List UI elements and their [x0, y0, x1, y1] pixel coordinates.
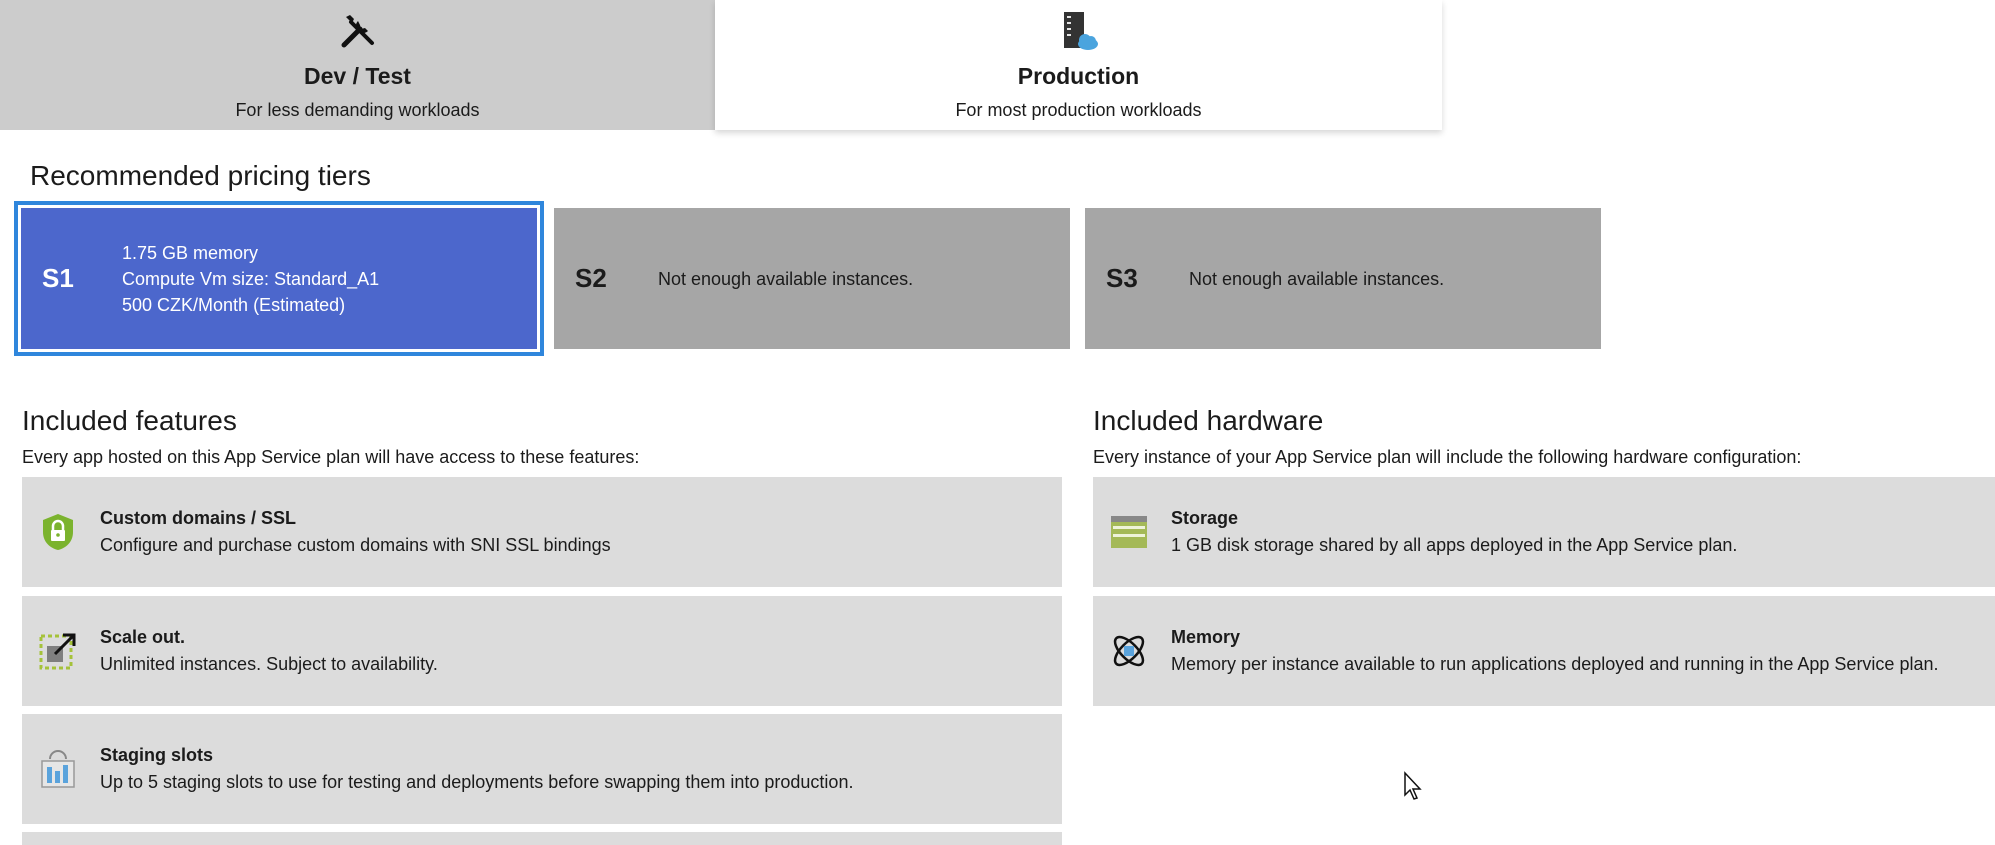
tier-name: S3: [1106, 263, 1138, 293]
tier-memory: 1.75 GB memory: [122, 242, 259, 263]
tier-name: S1: [42, 263, 74, 293]
tier-card-s2[interactable]: S2 Not enough available instances.: [554, 208, 1070, 349]
hardware-item-title: Storage: [1171, 508, 1239, 528]
features-title: Included features: [22, 405, 237, 436]
tier-name: S2: [575, 263, 607, 293]
feature-text-block: Staging slots Up to 5 staging slots to u…: [100, 745, 853, 793]
hardware-text-block: Storage 1 GB disk storage shared by all …: [1171, 508, 1737, 556]
tab-production[interactable]: Production For most production workloads: [715, 0, 1442, 130]
feature-title: Scale out.: [100, 627, 186, 647]
tab-dev-test-title: Dev / Test: [304, 63, 411, 89]
feature-card-partial: [22, 832, 1062, 845]
tab-production-title: Production: [1017, 63, 1140, 89]
feature-text-block: Custom domains / SSL Configure and purch…: [100, 508, 611, 556]
hardware-text-block: Memory Memory per instance available to …: [1171, 627, 1938, 675]
scale-out-icon: [36, 629, 80, 673]
feature-text: Unlimited instances. Subject to availabi…: [100, 654, 438, 674]
hardware-card-memory: Memory Memory per instance available to …: [1093, 596, 1995, 706]
tier-category-tabs: Dev / Test For less demanding workloads …: [0, 0, 1442, 130]
feature-text-block: Scale out. Unlimited instances. Subject …: [100, 627, 438, 675]
tier-card-s3[interactable]: S3 Not enough available instances.: [1085, 208, 1601, 349]
tier-price: 500 CZK/Month (Estimated): [122, 294, 346, 315]
tier-vm-size: Compute Vm size: Standard_A1: [122, 268, 380, 289]
tier-card-s1[interactable]: S1 1.75 GB memory Compute Vm size: Stand…: [14, 201, 544, 356]
feature-text: Configure and purchase custom domains wi…: [100, 535, 611, 555]
staging-slots-icon: [36, 747, 80, 791]
tier-unavailable-message: Not enough available instances.: [658, 268, 914, 289]
feature-card-staging-slots: Staging slots Up to 5 staging slots to u…: [22, 714, 1062, 824]
mouse-cursor-icon: [1403, 771, 1423, 801]
tier-unavailable-message: Not enough available instances.: [1189, 268, 1445, 289]
feature-card-custom-domains: Custom domains / SSL Configure and purch…: [22, 477, 1062, 587]
hardware-card-storage: Storage 1 GB disk storage shared by all …: [1093, 477, 1995, 587]
hardware-item-title: Memory: [1171, 627, 1241, 647]
feature-text: Up to 5 staging slots to use for testing…: [100, 772, 854, 792]
feature-title: Staging slots: [100, 745, 214, 765]
shield-lock-icon: [36, 510, 80, 554]
feature-card-scale-out: Scale out. Unlimited instances. Subject …: [22, 596, 1062, 706]
feature-title: Custom domains / SSL: [100, 508, 297, 528]
tab-production-subtitle: For most production workloads: [955, 100, 1202, 120]
server-cloud-icon: [1056, 8, 1102, 54]
tools-icon: [335, 8, 381, 54]
features-description: Every app hosted on this App Service pla…: [22, 447, 640, 467]
memory-icon: [1107, 629, 1151, 673]
tab-dev-test[interactable]: Dev / Test For less demanding workloads: [0, 0, 715, 130]
recommended-tiers-title: Recommended pricing tiers: [30, 160, 371, 191]
tab-dev-test-subtitle: For less demanding workloads: [235, 100, 480, 120]
storage-icon: [1107, 510, 1151, 554]
hardware-description: Every instance of your App Service plan …: [1093, 447, 1802, 467]
tier-details: 1.75 GB memory Compute Vm size: Standard…: [122, 240, 379, 318]
hardware-title: Included hardware: [1093, 405, 1324, 436]
hardware-item-text: Memory per instance available to run app…: [1171, 654, 1939, 674]
hardware-item-text: 1 GB disk storage shared by all apps dep…: [1171, 535, 1738, 555]
